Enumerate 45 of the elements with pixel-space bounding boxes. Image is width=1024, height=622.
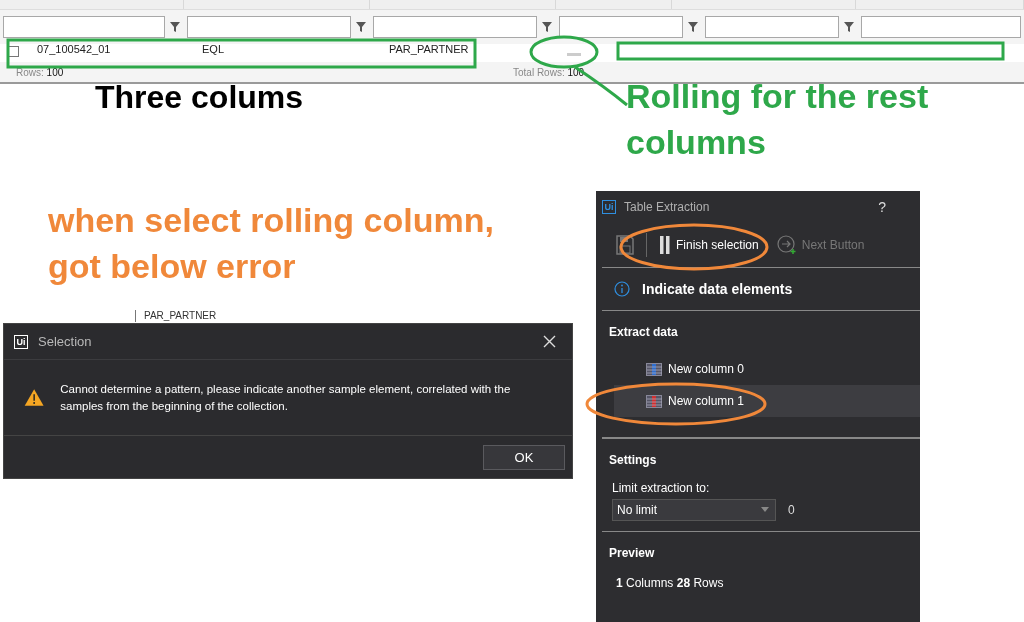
limit-dropdown[interactable]: No limit: [612, 498, 776, 521]
save-icon: [616, 235, 634, 255]
filter-icon[interactable]: [687, 21, 699, 33]
row-checkbox[interactable]: [8, 46, 19, 57]
annotation-text: when select rolling column, got below error: [48, 200, 495, 287]
pause-icon: [659, 235, 671, 255]
finish-selection-button[interactable]: Finish selection: [653, 235, 765, 255]
caret-icon: [761, 507, 769, 512]
next-icon: [776, 235, 797, 255]
table-cell: PAR_PARTNER: [135, 310, 217, 322]
info-icon: [614, 281, 630, 297]
table-cell-text: EQL: [202, 44, 225, 54]
filter-icon[interactable]: [169, 21, 181, 33]
annotation-text: Rolling for the rest columns: [626, 76, 930, 163]
help-icon[interactable]: ?: [878, 199, 886, 215]
scroll-thumb[interactable]: [567, 53, 581, 56]
panel-title: Table Extraction: [624, 200, 711, 214]
filter-field[interactable]: [559, 16, 683, 38]
section-heading: Indicate data elements: [642, 281, 793, 297]
app-logo: Ui: [602, 200, 616, 214]
filter-field[interactable]: [705, 16, 839, 38]
annotation-text: Three colums: [95, 78, 305, 117]
section-title: Extract data: [608, 324, 679, 341]
table-cell-text: 07_100542_01: [37, 44, 112, 54]
column-item[interactable]: New column 0: [614, 353, 920, 385]
filter-field[interactable]: [861, 16, 1021, 38]
ok-button[interactable]: OK: [483, 444, 565, 470]
filter-field[interactable]: [373, 16, 537, 38]
section-title: Preview: [608, 545, 656, 560]
filter-icon[interactable]: [541, 21, 553, 33]
dialog-title: Selection: [38, 334, 93, 349]
app-logo: Ui: [14, 334, 28, 349]
filter-field[interactable]: [187, 16, 351, 38]
rows-count: Rows: 100: [16, 66, 65, 78]
filter-field[interactable]: [3, 16, 165, 38]
preview-summary: 1 Columns 28 Rows: [615, 575, 725, 590]
count-field[interactable]: 0: [788, 502, 795, 517]
close-icon[interactable]: [543, 335, 556, 348]
filter-icon[interactable]: [355, 21, 367, 33]
field-label: Limit extraction to:: [611, 479, 711, 497]
section-title: Settings: [608, 451, 658, 467]
error-message: Cannot determine a pattern, please indicate another sample element, correlated with the samples from the beginning of the collection.: [60, 381, 512, 414]
column-item[interactable]: New column 1: [614, 385, 920, 417]
filter-icon[interactable]: [843, 21, 855, 33]
table-cell-text: PAR_PARTNER: [389, 44, 470, 54]
